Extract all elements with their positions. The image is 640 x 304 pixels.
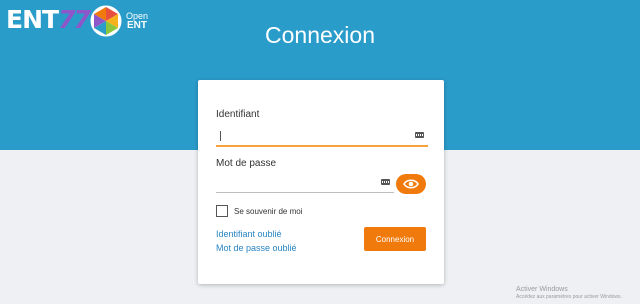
watermark-line2: Accédez aux paramètres pour activer Wind…	[516, 294, 622, 300]
windows-activation-watermark: Activer Windows Accédez aux paramètres p…	[516, 286, 622, 301]
identifiant-label: Identifiant	[216, 109, 260, 120]
key-icon	[381, 179, 390, 185]
page-title: Connexion	[265, 22, 375, 48]
key-icon	[415, 132, 424, 138]
forgot-id-link[interactable]: Identifiant oublié	[216, 229, 282, 239]
remember-me-checkbox[interactable]	[216, 205, 228, 217]
show-password-button[interactable]	[396, 174, 426, 194]
login-card: Identifiant Mot de passe Se souvenir de …	[198, 80, 444, 284]
password-label: Mot de passe	[216, 158, 277, 169]
remember-me-label[interactable]: Se souvenir de moi	[234, 207, 302, 216]
watermark-line1: Activer Windows	[516, 286, 568, 293]
text-caret	[220, 131, 221, 141]
identifiant-field[interactable]	[216, 127, 428, 147]
forgot-password-link[interactable]: Mot de passe oublié	[216, 243, 297, 253]
password-field[interactable]	[216, 174, 394, 193]
remember-me-row[interactable]: Se souvenir de moi	[216, 205, 302, 217]
eye-icon	[403, 179, 419, 189]
login-button[interactable]: Connexion	[364, 227, 426, 251]
